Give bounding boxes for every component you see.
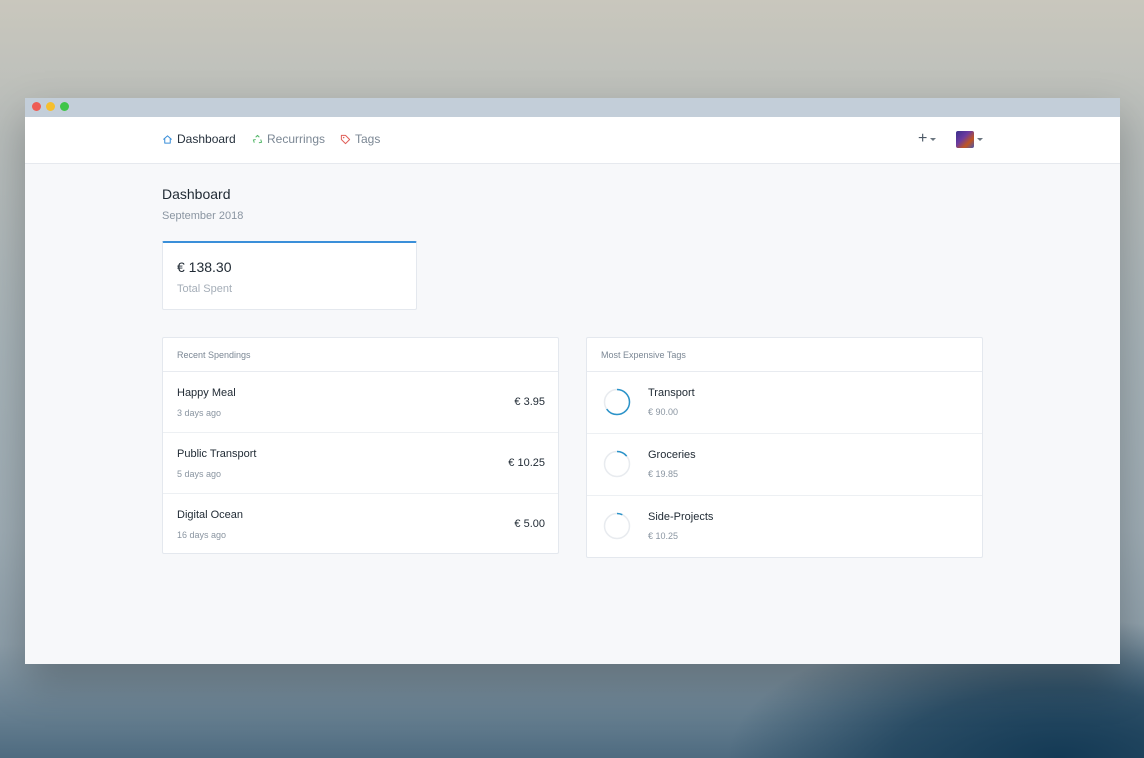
chevron-down-icon	[977, 138, 983, 141]
chevron-down-icon	[930, 137, 937, 141]
panel-header: Recent Spendings	[163, 338, 558, 372]
page-title: Dashboard	[162, 186, 231, 202]
spending-amount: € 5.00	[514, 518, 545, 530]
recycle-icon	[252, 134, 263, 143]
nav-tags-label: Tags	[355, 132, 381, 146]
total-spent-label: Total Spent	[177, 283, 233, 295]
spending-row[interactable]: Digital Ocean 16 days ago € 5.00	[163, 494, 558, 554]
spending-date: 16 days ago	[177, 530, 227, 540]
avatar	[956, 131, 974, 148]
browser-window: Dashboard Recurrings Tags + Dashboard Se…	[25, 98, 1120, 664]
tag-name: Groceries	[648, 449, 696, 461]
tag-row[interactable]: Side-Projects € 10.25	[587, 496, 982, 557]
tag-name: Transport	[648, 387, 695, 399]
add-menu-button[interactable]: +	[918, 130, 937, 147]
nav-recurrings-label: Recurrings	[267, 132, 326, 146]
tag-share-ring	[603, 388, 631, 416]
most-expensive-tags-panel: Most Expensive Tags Transport € 90.00 Gr…	[586, 337, 983, 558]
top-navbar: Dashboard Recurrings Tags +	[25, 117, 1120, 164]
spending-amount: € 10.25	[508, 457, 545, 469]
tag-row[interactable]: Groceries € 19.85	[587, 434, 982, 496]
spending-amount: € 3.95	[514, 396, 545, 408]
spending-row[interactable]: Public Transport 5 days ago € 10.25	[163, 433, 558, 494]
tag-icon	[340, 134, 351, 144]
tag-name: Side-Projects	[648, 511, 714, 523]
tag-amount: € 10.25	[648, 531, 679, 541]
plus-icon: +	[918, 130, 928, 147]
window-titlebar	[25, 98, 1120, 117]
panel-header: Most Expensive Tags	[587, 338, 982, 372]
recent-spendings-panel: Recent Spendings Happy Meal 3 days ago €…	[162, 337, 559, 554]
spending-date: 5 days ago	[177, 469, 222, 479]
total-spent-card: € 138.30 Total Spent	[162, 241, 417, 310]
total-spent-value: € 138.30	[177, 259, 232, 275]
spending-name: Public Transport	[177, 448, 257, 460]
tag-row[interactable]: Transport € 90.00	[587, 372, 982, 434]
tag-amount: € 19.85	[648, 469, 679, 479]
home-icon	[163, 134, 172, 144]
tag-amount: € 90.00	[648, 407, 679, 417]
close-window-button[interactable]	[32, 102, 41, 111]
tag-share-ring	[603, 450, 631, 478]
nav-dashboard[interactable]: Dashboard	[162, 132, 236, 146]
spending-name: Happy Meal	[177, 387, 236, 399]
tag-share-ring	[603, 512, 631, 540]
maximize-window-button[interactable]	[60, 102, 69, 111]
spending-date: 3 days ago	[177, 408, 222, 418]
nav-dashboard-label: Dashboard	[177, 132, 236, 146]
panel-title: Most Expensive Tags	[601, 350, 686, 360]
nav-recurrings[interactable]: Recurrings	[252, 132, 325, 146]
nav-tags[interactable]: Tags	[340, 132, 380, 146]
spending-name: Digital Ocean	[177, 509, 244, 521]
page-subtitle: September 2018	[162, 210, 244, 222]
spending-row[interactable]: Happy Meal 3 days ago € 3.95	[163, 372, 558, 433]
minimize-window-button[interactable]	[46, 102, 55, 111]
panel-title: Recent Spendings	[177, 350, 251, 360]
user-menu-button[interactable]	[956, 131, 983, 148]
